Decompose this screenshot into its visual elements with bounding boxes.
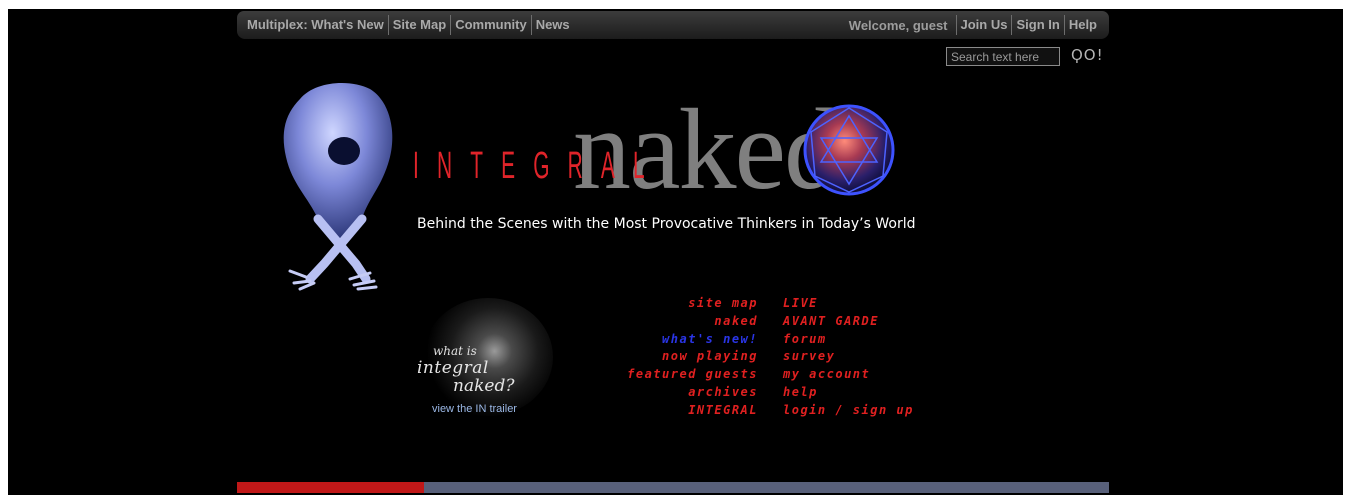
trailer-line-integral: integral (417, 358, 489, 378)
menu-archives[interactable]: archives (608, 384, 758, 402)
menu-survey[interactable]: survey (783, 348, 953, 366)
nav-sign-in[interactable]: Sign In (1012, 11, 1063, 39)
menu-featured-guests[interactable]: featured guests (608, 366, 758, 384)
nav-join-us[interactable]: Join Us (957, 11, 1012, 39)
logo-integral-text: INTEGRAL (413, 145, 663, 187)
figure-illustration (283, 83, 393, 291)
trailer-line-naked: naked? (453, 376, 515, 396)
trailer-promo[interactable]: what is integral naked? view the IN trai… (403, 298, 563, 423)
menu-left-column: site map naked what's new! now playing featu… (608, 295, 758, 420)
nav-community[interactable]: Community (451, 11, 531, 39)
bottom-progress-bar (237, 482, 1109, 493)
menu-site-map[interactable]: site map (608, 295, 758, 313)
welcome-text: Welcome, guest (848, 17, 948, 33)
menu-avant-garde[interactable]: AVANT GARDE (783, 313, 953, 331)
view-trailer-link[interactable]: view the IN trailer (432, 403, 517, 415)
trailer-line-what-is: what is (433, 344, 477, 358)
search-go-button[interactable]: ϘO! (1071, 46, 1104, 64)
nav-help[interactable]: Help (1065, 11, 1101, 39)
nav-left-group: Multiplex: What's New Site Map Community Ne… (243, 11, 574, 39)
page-root: Multiplex: What's New Site Map Community Ne… (8, 9, 1343, 495)
menu-integral[interactable]: INTEGRAL (608, 402, 758, 420)
search-input[interactable] (946, 47, 1060, 66)
nav-multiplex-whats-new[interactable]: Multiplex: What's New (243, 11, 388, 39)
nav-right-group: Welcome, guest Join Us Sign In Help (849, 11, 1101, 39)
menu-naked[interactable]: naked (608, 313, 758, 331)
menu-login-sign-up[interactable]: login / sign up (783, 402, 953, 420)
menu-help[interactable]: help (783, 384, 953, 402)
bottom-progress-fill (237, 482, 425, 493)
menu-forum[interactable]: forum (783, 331, 953, 349)
menu-my-account[interactable]: my account (783, 366, 953, 384)
menu-live[interactable]: LIVE (783, 295, 953, 313)
menu-whats-new[interactable]: what's new! (608, 331, 758, 349)
tagline: Behind the Scenes with the Most Provocat… (417, 216, 916, 232)
orb-icon (803, 104, 895, 196)
menu-now-playing[interactable]: now playing (608, 348, 758, 366)
menu-right-column: LIVE AVANT GARDE forum survey my account help… (783, 295, 953, 420)
top-nav-bar: Multiplex: What's New Site Map Community Ne… (237, 11, 1109, 39)
nav-news[interactable]: News (532, 11, 574, 39)
nav-site-map[interactable]: Site Map (389, 11, 450, 39)
